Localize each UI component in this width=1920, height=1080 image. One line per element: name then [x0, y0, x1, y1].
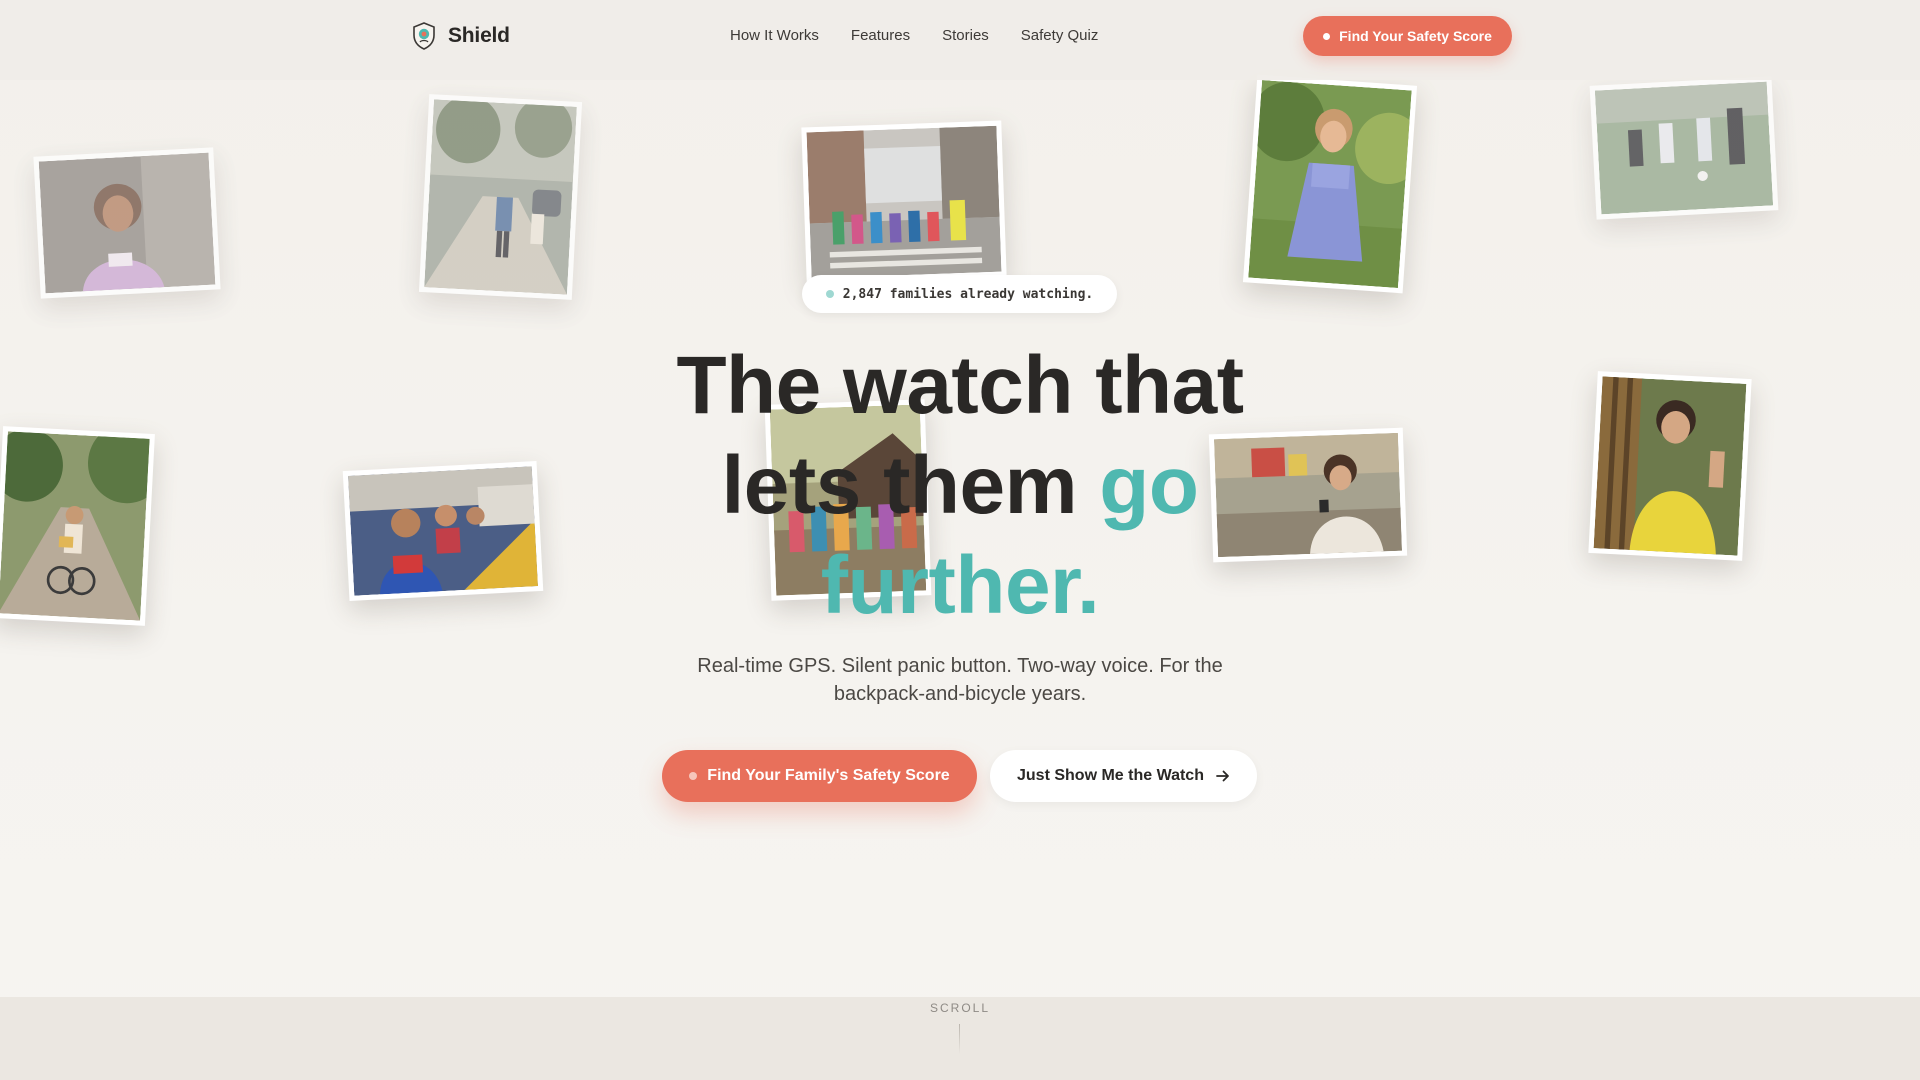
main-nav: How It Works Features Stories Safety Qui… [730, 26, 1098, 46]
headline-accent-go: go [1099, 440, 1199, 531]
nav-stories[interactable]: Stories [942, 26, 989, 46]
nav-safety-quiz[interactable]: Safety Quiz [1021, 26, 1099, 46]
families-count-badge: 2,847 families already watching. [802, 275, 1117, 313]
secondary-cta-label: Just Show Me the Watch [1017, 767, 1204, 784]
hero-subtitle: Real-time GPS. Silent panic button. Two-… [697, 655, 1223, 705]
site-header: Shield How It Works Features Stories Saf… [0, 0, 1920, 80]
scroll-hint: SCROLL [929, 1001, 991, 1015]
scroll-indicator-line [959, 1024, 960, 1054]
photo-kids-soccer [1589, 76, 1779, 220]
brand-logo-link[interactable]: Shield [412, 22, 510, 50]
photo-teen-waving [1588, 371, 1752, 561]
hero-cta-row: Find Your Family's Safety Score Just Sho… [0, 750, 1920, 802]
landing-page: Shield How It Works Features Stories Saf… [0, 0, 1920, 1080]
photo-girl-smiling [33, 147, 221, 299]
shield-logo-icon [413, 22, 435, 50]
hero-headline: The watch that lets them go further. [560, 336, 1360, 636]
brand-name: Shield [448, 24, 510, 47]
primary-cta-label: Find Your Family's Safety Score [707, 767, 950, 784]
arrow-right-icon [1216, 770, 1229, 782]
photo-kids-crossing-street [801, 120, 1007, 284]
photo-kids-walking-street [418, 94, 583, 300]
family-safety-score-button[interactable]: Find Your Family's Safety Score [662, 750, 977, 802]
photo-kids-waving-bus [342, 461, 544, 601]
button-dot-icon [1323, 32, 1331, 40]
status-dot-icon [825, 290, 834, 298]
headline-accent-further: further. [820, 540, 1100, 631]
show-watch-button[interactable]: Just Show Me the Watch [990, 750, 1257, 802]
header-cta-label: Find Your Safety Score [1339, 28, 1492, 44]
headline-line-2: lets them [721, 440, 1100, 531]
header-safety-score-button[interactable]: Find Your Safety Score [1303, 16, 1512, 56]
button-dot-icon [689, 772, 698, 780]
badge-text: 2,847 families already watching. [842, 286, 1094, 302]
nav-features[interactable]: Features [851, 26, 910, 46]
nav-how-it-works[interactable]: How It Works [730, 26, 819, 46]
headline-line-1: The watch that [676, 340, 1244, 431]
photo-girl-blue-dress [1242, 74, 1418, 294]
photo-girl-riding-bike [0, 426, 155, 626]
